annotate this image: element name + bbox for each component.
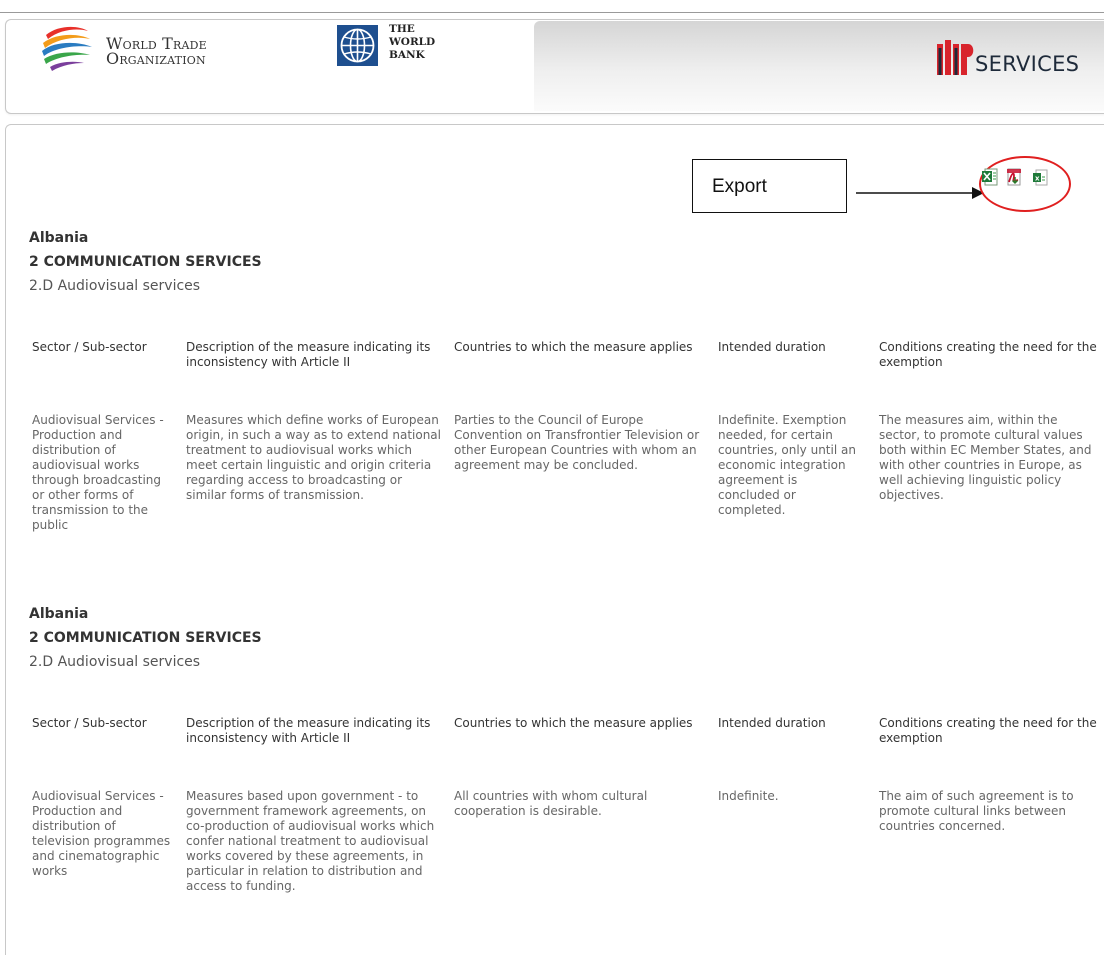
csv-icon[interactable]: x: [1032, 168, 1048, 186]
wto-logo-icon[interactable]: [40, 21, 94, 73]
cell-countries: Parties to the Council of Europe Convent…: [454, 413, 700, 472]
subsector-name: 2.D Audiovisual services: [29, 654, 201, 670]
header-description: Description of the measure indicating it…: [186, 340, 431, 369]
wb-line-3: BANK: [389, 49, 425, 61]
header-conditions: Conditions creating the need for the exe…: [879, 716, 1097, 745]
country-name: Albania: [29, 606, 89, 622]
services-logo-text: SERVICES: [975, 52, 1080, 76]
cell-sector-subsector: Audiovisual Services - Production and di…: [32, 789, 171, 878]
world-bank-logo-text: THE WORLD BANK: [389, 23, 435, 62]
country-name: Albania: [29, 230, 89, 246]
world-bank-globe-icon[interactable]: [337, 25, 378, 66]
header-countries: Countries to which the measure applies: [454, 340, 693, 354]
wto-line-2: Organization: [106, 49, 206, 68]
sector-name: 2 COMMUNICATION SERVICES: [29, 254, 262, 270]
header-countries: Countries to which the measure applies: [454, 716, 693, 730]
cell-description: Measures based upon government - to gove…: [186, 789, 435, 893]
cell-description: Measures which define works of European …: [186, 413, 441, 502]
wb-line-2: WORLD: [389, 36, 436, 48]
svg-text:x: x: [1035, 175, 1040, 183]
header-description: Description of the measure indicating it…: [186, 716, 431, 745]
subsector-name: 2.D Audiovisual services: [29, 278, 201, 294]
iip-logo-icon[interactable]: [936, 40, 976, 75]
cell-duration: Indefinite.: [718, 789, 779, 803]
header-sector-subsector: Sector / Sub-sector: [32, 716, 147, 730]
cell-conditions: The measures aim, within the sector, to …: [879, 413, 1092, 502]
arrow-right-icon: [856, 187, 984, 199]
cell-duration: Indefinite. Exemption needed, for certai…: [718, 413, 856, 517]
wb-line-1: THE: [389, 23, 415, 35]
sector-name: 2 COMMUNICATION SERVICES: [29, 630, 262, 646]
wto-logo-text: World Trade Organization: [106, 36, 207, 68]
header-conditions: Conditions creating the need for the exe…: [879, 340, 1097, 369]
cell-sector-subsector: Audiovisual Services - Production and di…: [32, 413, 164, 532]
excel-icon[interactable]: [982, 168, 998, 186]
header-duration: Intended duration: [718, 716, 826, 730]
cell-countries: All countries with whom cultural coopera…: [454, 789, 648, 818]
export-callout-box: Export: [692, 159, 847, 213]
cell-conditions: The aim of such agreement is to promote …: [879, 789, 1074, 833]
header-duration: Intended duration: [718, 340, 826, 354]
export-label: Export: [712, 176, 767, 197]
header-sector-subsector: Sector / Sub-sector: [32, 340, 147, 354]
pdf-icon[interactable]: [1006, 168, 1022, 186]
